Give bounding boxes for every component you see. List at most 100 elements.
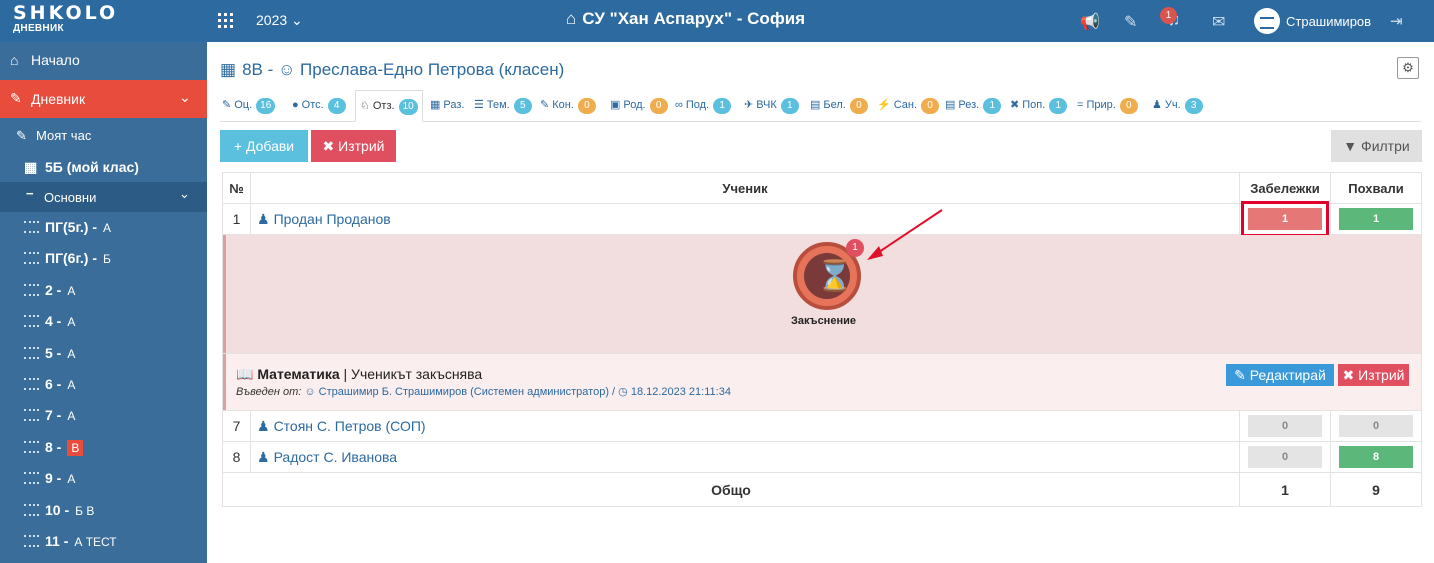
tab-count-badge: 0 (649, 98, 668, 114)
sidebar-class-item[interactable]: 9 -А (24, 470, 75, 486)
sidebar-item-home[interactable]: ⌂ Начало (0, 52, 207, 74)
praises-count-button[interactable]: 8 (1339, 446, 1413, 468)
tab-count-badge: 0 (1119, 98, 1138, 114)
total-praises: 9 (1330, 472, 1422, 507)
chevron-down-icon: ⌄ (179, 186, 190, 201)
column-header: Ученик (250, 172, 1240, 204)
tab-count-badge: 0 (921, 98, 940, 114)
edit-note-button[interactable]: ✎ Редактирай (1226, 364, 1334, 386)
page-title: ▦ 8В - ☺ Преслава-Едно Петрова (класен) (220, 60, 565, 79)
note-icon: ▤ (945, 99, 956, 111)
logout-icon[interactable]: ⇥ (1390, 12, 1403, 30)
sidebar-class-item[interactable]: 6 -А (24, 376, 75, 392)
filters-button[interactable]: ▼ Филтри (1331, 130, 1422, 162)
notes-count-button[interactable]: 1 (1241, 201, 1329, 237)
tab-count-badge: 1 (713, 98, 732, 114)
notes-cell: 0 (1239, 441, 1331, 473)
total-notes: 1 (1239, 472, 1331, 507)
sidebar-class-item[interactable]: 11 -А ТЕСТ (24, 533, 117, 549)
apps-grid-icon[interactable] (218, 13, 233, 28)
class-icon (24, 409, 39, 421)
sidebar-class-item[interactable]: 10 -Б В (24, 502, 94, 518)
sidebar-class-item[interactable]: ПГ(6г.) -Б (24, 250, 111, 266)
column-header: Забележки (1239, 172, 1331, 204)
edit-icon: ✎ (10, 90, 22, 106)
entered-by-label: Въведен от: (236, 386, 302, 398)
tab-count-badge: 1 (983, 98, 1002, 114)
notes-count-button[interactable]: 0 (1248, 446, 1322, 468)
add-button[interactable]: + Добави (220, 130, 308, 162)
student-cell: ♟ Стоян С. Петров (СОП) (250, 410, 1240, 442)
sidebar-class-item[interactable]: ПГ(5г.) -А (24, 219, 111, 235)
class-icon: ▦ (24, 159, 38, 175)
gear-icon[interactable]: ⚙ (1397, 57, 1419, 79)
sidebar-item-my-hour[interactable]: ✎ Моят час (0, 128, 207, 148)
sidebar-class-item[interactable]: 2 -А (24, 282, 75, 298)
tab-schedule[interactable]: ▦ Раз. (430, 94, 464, 120)
current-class-division[interactable]: В (67, 440, 84, 456)
tab-topics[interactable]: ☰ Тем. 5 (474, 94, 532, 120)
delete-note-button[interactable]: ✖ Изтрий (1338, 364, 1409, 386)
note-text: Ученикът закъснява (351, 366, 483, 382)
student-link[interactable]: Стоян С. Петров (СОП) (274, 418, 426, 434)
praises-count-button[interactable]: 1 (1339, 208, 1413, 230)
praises-count-button[interactable]: 0 (1339, 415, 1413, 437)
notes-count-button[interactable]: 0 (1248, 415, 1322, 437)
tab-absences[interactable]: ● Отс. 4 (292, 94, 346, 120)
sidebar-class-item[interactable]: 4 -А (24, 313, 75, 329)
info-icon: ● (292, 99, 299, 111)
user-avatar[interactable] (1254, 8, 1280, 34)
table-row: 1 ♟ Продан Проданов 1 1 (222, 201, 1422, 237)
year-selector[interactable]: 2023 ⌄ (256, 12, 303, 29)
tab-count-badge: 3 (1184, 98, 1203, 114)
tab-results[interactable]: ▤ Рез. 1 (945, 94, 1002, 120)
student-link[interactable]: Радост С. Иванова (274, 449, 398, 465)
badge-label: Закъснение (791, 315, 856, 327)
sidebar-class-item[interactable]: 5 -А (24, 345, 75, 361)
app-logo[interactable]: SHKOLO (13, 4, 118, 23)
entered-by-link[interactable]: ☺ Страшимир Б. Страшимиров (Системен адм… (304, 386, 615, 398)
sidebar-item-label: 5Б (мой клас) (45, 159, 139, 175)
tab-signatures[interactable]: ∞ Под. 1 (675, 94, 732, 120)
tab-count-badge: 4 (327, 98, 346, 114)
tab-corrections[interactable]: ✖ Поп. 1 (1010, 94, 1068, 120)
edit-icon: ✎ (16, 128, 27, 143)
bolt-icon: ⚡ (877, 99, 891, 111)
praises-cell: 0 (1330, 410, 1422, 442)
user-name[interactable]: Страшимиров (1286, 14, 1371, 29)
notification-badge: 1 (1160, 7, 1177, 24)
megaphone-icon[interactable]: 📢 (1080, 12, 1100, 32)
tab-feedback[interactable]: ♘ Отз. 10 (355, 90, 423, 122)
tab-notes[interactable]: ▤ Бел. 0 (810, 94, 868, 120)
badge-count: 1 (846, 239, 864, 257)
home-icon: ⌂ (10, 52, 19, 68)
mail-icon[interactable]: ✉ (1212, 12, 1225, 32)
tab-additions[interactable]: = Прир. 0 (1077, 94, 1138, 120)
tab-sanctions[interactable]: ⚡ Сан. 0 (877, 94, 940, 120)
sidebar-section-main[interactable]: − Основни ⌄ (0, 182, 207, 212)
student-link[interactable]: Продан Проданов (274, 211, 391, 227)
tab-count-badge: 1 (1049, 98, 1068, 114)
tab-controls[interactable]: ✎ Кон. 0 (540, 94, 596, 120)
total-label: Общо (222, 472, 1240, 507)
sidebar-class-item[interactable]: 8 -В (24, 439, 84, 456)
edit-icon[interactable]: ✎ (1124, 12, 1137, 32)
minus-icon: − (26, 186, 34, 201)
tab-grades[interactable]: ✎ Оц. 16 (222, 94, 276, 120)
student-cell: ♟ Радост С. Иванова (250, 441, 1240, 473)
class-icon (24, 347, 39, 359)
row-number: 8 (222, 441, 251, 473)
sidebar-item-my-class[interactable]: ▦ 5Б (мой клас) (0, 159, 207, 179)
tab-students[interactable]: ♟ Уч. 3 (1152, 94, 1203, 120)
tab-vchk[interactable]: ✈ ВЧК 1 (744, 94, 799, 120)
students-table: № Ученик Забележки Похвали 1 ♟ Продан Про… (222, 172, 1422, 507)
sidebar-class-item[interactable]: 7 -А (24, 407, 75, 423)
tab-bar: ✎ Оц. 16 ● Отс. 4 ♘ Отз. 10 ▦ Раз. ☰ Тем. 5 ✎ Кон.… (220, 90, 1421, 122)
sidebar-item-diary[interactable]: ✎ Дневник ⌄ (0, 80, 207, 118)
column-header: Похвали (1330, 172, 1422, 204)
equals-icon: = (1077, 99, 1084, 111)
tab-parents[interactable]: ▣ Род. 0 (610, 94, 668, 120)
delete-button[interactable]: ✖ Изтрий (311, 130, 396, 162)
table-icon: ▦ (430, 99, 441, 111)
main-content: ▦ 8В - ☺ Преслава-Едно Петрова (класен) ⚙… (207, 42, 1434, 563)
